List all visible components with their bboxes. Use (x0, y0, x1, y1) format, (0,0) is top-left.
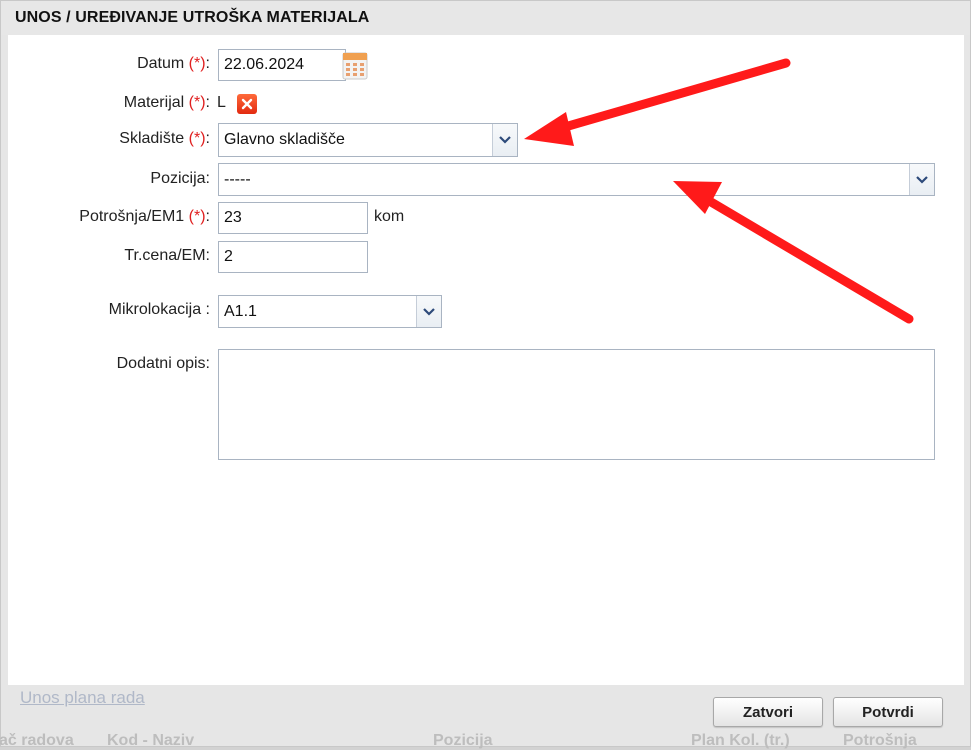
bg-column-header: Potrošnja (843, 732, 917, 749)
remove-material-icon[interactable] (237, 94, 257, 114)
potrosnja-input[interactable]: 23 (218, 202, 368, 234)
mikrolokacija-label: Mikrolokacija : (108, 301, 210, 318)
pozicija-label: Pozicija: (150, 170, 210, 187)
skladiste-label: Skladište (*): (119, 130, 210, 147)
pozicija-select[interactable]: ----- (218, 163, 935, 196)
skladiste-select[interactable]: Glavno skladišče (218, 123, 518, 157)
dialog-title: UNOS / UREĐIVANJE UTROŠKA MATERIJALA (15, 9, 370, 26)
close-button[interactable]: Zatvori (713, 697, 823, 727)
potrosnja-unit: kom (374, 208, 405, 225)
mikrolokacija-select[interactable]: A1.1 (218, 295, 442, 328)
dialog-titlebar[interactable]: UNOS / UREĐIVANJE UTROŠKA MATERIJALA (1, 1, 970, 35)
chevron-down-icon[interactable] (416, 296, 441, 327)
dodatni-opis-label: Dodatni opis: (116, 355, 210, 372)
dodatni-opis-textarea[interactable] (218, 349, 935, 460)
dialog-content: Datum (*): 22.06.2024 Materijal (*): L S… (8, 35, 964, 685)
potrosnja-label: Potrošnja/EM1 (*): (79, 208, 210, 225)
trcena-input[interactable]: 2 (218, 241, 368, 273)
unos-plana-rada-link[interactable]: Unos plana rada (20, 688, 145, 708)
trcena-label: Tr.cena/EM: (124, 247, 210, 264)
materijal-value: L (217, 94, 226, 111)
materijal-label: Materijal (*): (123, 94, 210, 111)
confirm-button[interactable]: Potvrdi (833, 697, 943, 727)
material-consumption-dialog: UNOS / UREĐIVANJE UTROŠKA MATERIJALA Dat… (0, 0, 971, 749)
bg-column-header: ač radova (0, 732, 74, 749)
datum-label: Datum (*): (137, 55, 210, 72)
chevron-down-icon[interactable] (909, 164, 934, 195)
calendar-icon[interactable] (342, 49, 368, 81)
bg-column-header: Pozicija (433, 732, 493, 749)
bg-column-header: Plan Kol. (tr.) (691, 732, 790, 749)
bg-column-header: Kod - Naziv (107, 732, 195, 749)
chevron-down-icon[interactable] (492, 124, 517, 156)
datum-input[interactable]: 22.06.2024 (218, 49, 346, 81)
